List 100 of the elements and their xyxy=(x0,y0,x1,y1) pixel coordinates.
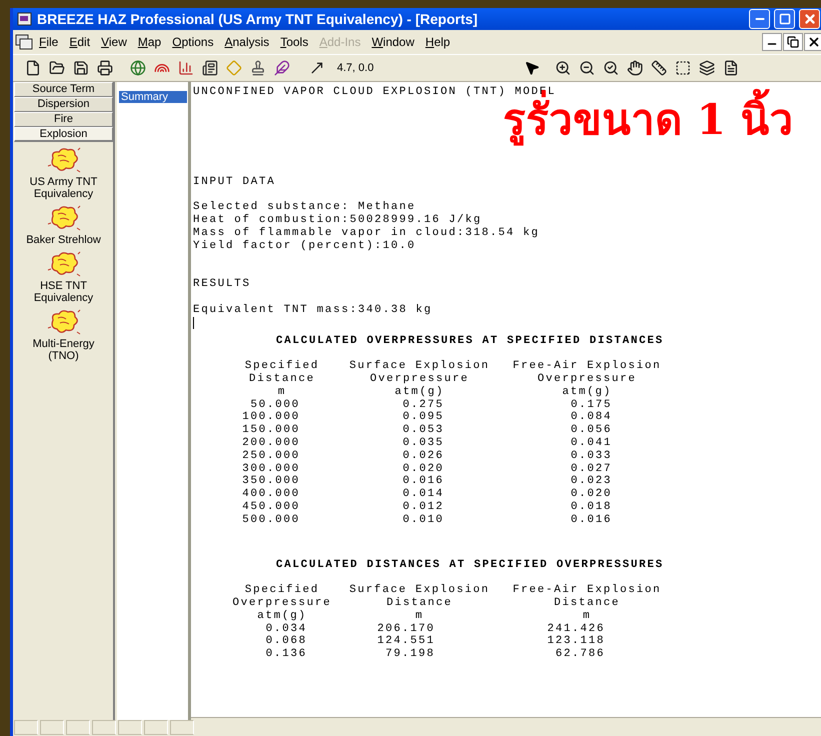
close-icon xyxy=(807,35,821,49)
input-line: Mass of flammable vapor in cloud:318.54 kg xyxy=(193,226,541,240)
column-header: atm(g) xyxy=(256,610,308,622)
column-header: Distance xyxy=(552,596,621,610)
category-tab[interactable]: Explosion xyxy=(14,127,113,142)
close-icon xyxy=(802,12,816,26)
print-icon[interactable] xyxy=(96,60,112,76)
model-item[interactable]: Baker Strehlow xyxy=(24,204,104,246)
status-bar-panel xyxy=(66,720,90,735)
column-header: m xyxy=(276,386,288,399)
menu-item[interactable]: Help xyxy=(420,33,456,51)
stamp-icon[interactable] xyxy=(250,60,266,76)
new-document-icon[interactable] xyxy=(24,60,40,76)
column-header: Specified xyxy=(244,360,320,373)
close-button[interactable] xyxy=(804,33,821,51)
table-cell-text: 0.095 xyxy=(402,411,444,424)
table-cell-text: 124.551 xyxy=(376,635,435,648)
layers-icon[interactable] xyxy=(698,60,714,76)
report-list-item[interactable]: Summary xyxy=(119,91,187,103)
table-cell-text: 79.198 xyxy=(384,648,435,661)
menu-item[interactable]: Window xyxy=(366,33,420,51)
app-icon xyxy=(17,11,33,27)
open-folder-icon[interactable] xyxy=(48,60,64,76)
ruler-icon[interactable] xyxy=(650,60,666,76)
status-bar-panel xyxy=(118,720,142,735)
save-icon[interactable] xyxy=(72,60,88,76)
explosion-icon xyxy=(46,146,80,174)
globe-icon[interactable] xyxy=(130,60,146,76)
result-line: Equivalent TNT mass:340.38 kg xyxy=(193,304,434,317)
hand-icon[interactable] xyxy=(626,60,642,76)
minimize-button[interactable] xyxy=(762,33,782,51)
table-cell-text: 123.118 xyxy=(546,635,605,648)
status-bar-panel xyxy=(170,720,194,735)
maximize-icon xyxy=(778,13,790,25)
table-cell-text: 0.275 xyxy=(402,398,444,412)
feather-icon[interactable] xyxy=(274,60,290,76)
document-menu-icon[interactable] xyxy=(15,34,33,50)
menu-item[interactable]: Options xyxy=(167,33,219,51)
restore-button[interactable] xyxy=(783,33,803,51)
pointer-icon[interactable] xyxy=(524,60,540,76)
table-cell-text: 0.027 xyxy=(570,462,612,476)
menu-item[interactable]: File xyxy=(34,33,64,51)
table-cell-text: 0.033 xyxy=(570,450,612,463)
menu-item[interactable]: Tools xyxy=(275,33,314,51)
table-cell-text: 0.026 xyxy=(402,450,444,463)
bar-chart-icon[interactable] xyxy=(178,60,194,76)
menu-item[interactable]: Edit xyxy=(64,33,96,51)
menu-item[interactable]: View xyxy=(96,33,132,51)
table-cell-text: 150.000 xyxy=(241,424,300,437)
table-cell-text: 0.016 xyxy=(570,514,612,527)
table-cell-text: 0.010 xyxy=(402,514,444,527)
table-cell-text: 0.014 xyxy=(402,488,444,501)
table-cell-text: 200.000 xyxy=(241,436,300,450)
model-item[interactable]: Multi-Energy (TNO) xyxy=(24,308,104,362)
document-icon[interactable] xyxy=(722,60,738,76)
column-header: m xyxy=(582,610,592,622)
table-cell-text: 0.016 xyxy=(402,475,444,488)
table-title: CALCULATED OVERPRESSURES AT SPECIFIED DISTANCES xyxy=(276,334,665,348)
category-tab[interactable]: Source Term xyxy=(14,82,113,97)
table-cell-text: 500.000 xyxy=(241,514,300,527)
table-cell-text: 0.023 xyxy=(570,475,612,488)
table-cell-text: 62.786 xyxy=(554,648,605,661)
column-header: Distance xyxy=(248,372,316,386)
column-header: Overpressure xyxy=(368,372,470,386)
axes-icon[interactable] xyxy=(308,60,324,76)
column-header: atm(g) xyxy=(561,386,613,399)
menu-item[interactable]: Analysis xyxy=(220,33,274,51)
menu-item[interactable]: Map xyxy=(132,33,166,51)
status-bar-panel xyxy=(92,720,116,735)
model-item[interactable]: US Army TNT Equivalency xyxy=(24,146,104,200)
table-cell-text: 0.018 xyxy=(570,500,612,514)
table-cell-text: 0.084 xyxy=(570,411,612,424)
table-cell-text: 0.034 xyxy=(264,622,307,636)
explosion-icon xyxy=(46,308,80,336)
zoom-icon[interactable] xyxy=(602,60,618,76)
table-cell-text: 0.068 xyxy=(264,635,307,648)
frame-icon[interactable] xyxy=(674,60,690,76)
column-header: Overpressure xyxy=(536,372,638,386)
zoom-out-icon[interactable] xyxy=(578,60,594,76)
column-header: Surface Explosion xyxy=(348,360,491,373)
table-cell-text: 0.020 xyxy=(570,488,612,501)
table-cell-text: 0.053 xyxy=(402,424,444,437)
table-cell-text: 350.000 xyxy=(241,475,300,488)
report-icon[interactable] xyxy=(202,60,218,76)
model-item[interactable]: HSE TNT Equivalency xyxy=(24,250,104,304)
zoom-in-icon[interactable] xyxy=(554,60,570,76)
category-tab[interactable]: Dispersion xyxy=(14,97,113,112)
section-heading: INPUT DATA xyxy=(193,176,277,189)
table-cell-text: 0.136 xyxy=(264,648,307,661)
table-cell-text: 300.000 xyxy=(241,462,300,476)
table-cell-text: 206.170 xyxy=(376,622,435,636)
table-cell-text: 0.035 xyxy=(402,436,444,450)
column-header: Distance xyxy=(385,596,454,610)
category-tab[interactable]: Fire xyxy=(14,112,113,127)
explosion-icon xyxy=(46,204,80,232)
maximize-button[interactable] xyxy=(774,9,795,29)
table-cell-text: 50.000 xyxy=(249,398,300,412)
table-title: CALCULATED DISTANCES AT SPECIFIED OVERPRESSURES xyxy=(276,558,665,572)
window-title: BREEZE HAZ Professional (US Army TNT Equivalency) - [Reports] xyxy=(37,10,478,29)
table-cell-text: 0.041 xyxy=(570,436,612,450)
